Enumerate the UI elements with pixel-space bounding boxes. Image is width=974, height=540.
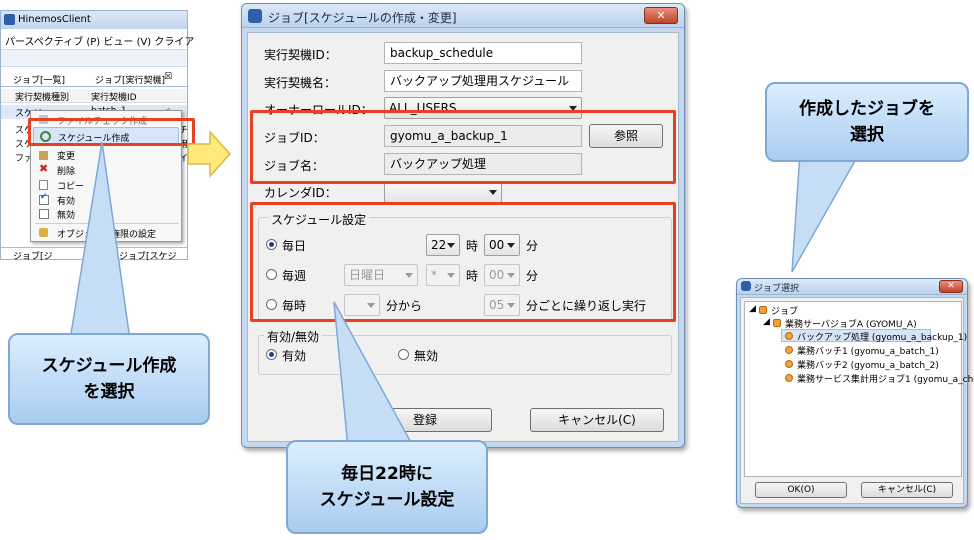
job-icon	[785, 332, 793, 340]
job-select-dialog: ジョブ選択 ✕ ◢ ジョブ ◢ 業務サーバジョブA (GYOMU_A) バックア…	[736, 278, 974, 508]
tab-close-icon[interactable]: ☒	[164, 72, 172, 82]
close-button[interactable]: ✕	[644, 7, 678, 24]
folder-icon	[759, 306, 767, 314]
flow-arrow	[187, 130, 232, 178]
client-menubar[interactable]: パースペクティブ (P) ビュー (V) クライア	[5, 33, 194, 48]
label-trigger-id: 実行契機ID：	[264, 48, 337, 62]
trigger-id-input[interactable]: backup_schedule	[384, 42, 582, 64]
ok-button[interactable]: OK(O)	[755, 482, 847, 498]
tab-job-trigger[interactable]: ジョブ[実行契機]	[95, 73, 165, 86]
enable-label: 有効	[282, 349, 307, 363]
enable-group-label: 有効/無効	[264, 328, 323, 345]
table-header: 実行契機種別 実行契機ID	[1, 89, 187, 103]
expand-icon[interactable]: ◢	[749, 304, 756, 314]
job-tree: ◢ ジョブ ◢ 業務サーバジョブA (GYOMU_A) バックアップ処理 (gy…	[744, 301, 974, 477]
tab-job-list[interactable]: ジョブ[一覧]	[13, 73, 65, 86]
job-select-titlebar: ジョブ選択 ✕	[737, 279, 967, 295]
label-calendar-id: カレンダID：	[264, 186, 337, 200]
chevron-down-icon	[489, 190, 497, 195]
highlight-schedule-settings	[250, 202, 676, 322]
tree-item-label[interactable]: 業務バッチ1 (gyomu_a_batch_1)	[797, 344, 939, 357]
callout-tail	[791, 151, 862, 273]
job-icon	[785, 374, 793, 382]
jobunit-icon	[773, 319, 781, 327]
tree-item-label: バックアップ処理 (gyomu_a_backup_1)	[797, 333, 968, 343]
view-tabs: ジョブ[一覧] ジョブ[実行契機] ☒	[1, 71, 187, 87]
callout-select-schedule: スケジュール作成 を選択	[8, 333, 210, 425]
client-titlebar: HinemosClient	[1, 11, 187, 29]
trigger-name-input[interactable]: バックアップ処理用スケジュール	[384, 70, 582, 92]
callout-tail	[333, 301, 416, 449]
tree-item-label[interactable]: 業務サービス集計用ジョブ1 (gyomu_a_check_1)	[797, 372, 974, 385]
job-icon	[785, 360, 793, 368]
dialog-title: ジョブ[スケジュールの作成・変更]	[268, 11, 457, 25]
callout-select-job: 作成したジョブを 選択	[765, 82, 969, 162]
app-icon	[248, 9, 262, 23]
tree-item-label[interactable]: 業務バッチ2 (gyomu_a_batch_2)	[797, 358, 939, 371]
enable-radio[interactable]	[266, 349, 277, 360]
cancel-button[interactable]: キャンセル(C)	[530, 408, 664, 432]
expand-icon[interactable]: ◢	[763, 317, 770, 327]
column-trigger-id[interactable]: 実行契機ID	[91, 90, 137, 103]
callout-tail	[69, 141, 131, 341]
job-select-title: ジョブ選択	[754, 284, 800, 294]
job-icon	[785, 346, 793, 354]
dialog-titlebar: ジョブ[スケジュールの作成・変更] ✕	[242, 4, 684, 28]
close-button[interactable]: ✕	[939, 280, 963, 293]
callout-daily-schedule: 毎日22時に スケジュール設定	[286, 440, 488, 534]
app-icon	[741, 281, 751, 291]
label-trigger-name: 実行契機名：	[264, 76, 337, 90]
app-icon	[4, 14, 15, 25]
column-trigger-type[interactable]: 実行契機種別	[15, 90, 69, 103]
client-toolbar	[1, 49, 187, 67]
client-title: HinemosClient	[18, 14, 91, 25]
highlight-job-selection	[250, 110, 676, 184]
calendar-id-select[interactable]	[384, 181, 502, 203]
job-select-body: ◢ ジョブ ◢ 業務サーバジョブA (GYOMU_A) バックアップ処理 (gy…	[740, 297, 974, 504]
cancel-button[interactable]: キャンセル(C)	[861, 482, 953, 498]
tree-root[interactable]: ジョブ	[771, 304, 798, 317]
